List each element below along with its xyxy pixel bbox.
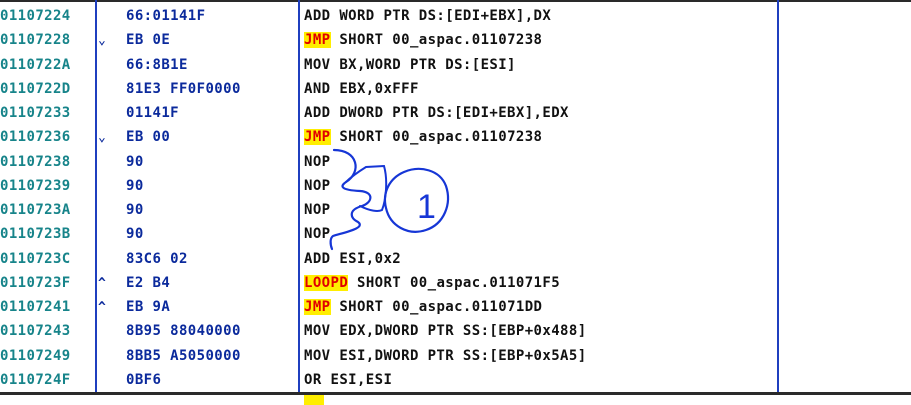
highlighted-mnemonic: JMP xyxy=(304,32,331,49)
hex-bytes-cell: 81E3 FF0F0000 xyxy=(126,80,241,97)
hex-bytes-cell: 66:8B1E xyxy=(126,56,188,73)
hex-bytes-cell: 8B95 88040000 xyxy=(126,323,241,340)
hex-bytes-cell: 90 xyxy=(126,177,144,194)
disassembly-cell: JMP SHORT 00_aspac.01107238 xyxy=(304,30,542,51)
address-cell: 0110723B xyxy=(0,226,71,243)
address-cell: 01107243 xyxy=(0,323,71,340)
highlighted-mnemonic: JMP xyxy=(304,129,331,146)
table-row[interactable]: 0110722D 81E3 FF0F0000 AND EBX,0xFFF xyxy=(0,79,911,100)
highlighted-mnemonic: JMP xyxy=(304,299,331,315)
hex-bytes-cell: EB 00 xyxy=(126,129,171,146)
instruction-operands: MOV ESI,DWORD PTR SS:[EBP+0x5A5] xyxy=(304,347,587,364)
disassembly-cell: ADD WORD PTR DS:[EDI+EBX],DX xyxy=(304,6,551,27)
instruction-operands: SHORT 00_aspac.01107238 xyxy=(330,129,543,146)
table-row[interactable]: 01107241 ^ EB 9A JMP SHORT 00_aspac.011071D… xyxy=(0,297,911,318)
instruction-operands: ADD DWORD PTR DS:[EDI+EBX],EDX xyxy=(304,105,569,121)
address-cell: 0110723C xyxy=(0,250,71,267)
disassembly-cell: NOP xyxy=(304,152,331,173)
disassembly-cell: LOOPD SHORT 00_aspac.011071F5 xyxy=(304,273,560,294)
pane-top-border xyxy=(0,0,911,2)
table-row[interactable]: 01107228 ⌄ EB 0E JMP SHORT 00_aspac.0110723… xyxy=(0,30,911,51)
table-row[interactable]: 01107233 01141F ADD DWORD PTR DS:[EDI+EBX]… xyxy=(0,103,911,124)
pane-bottom-border xyxy=(0,392,911,395)
hex-bytes-cell: EB 9A xyxy=(126,299,171,315)
instruction-operands: OR ESI,ESI xyxy=(304,371,393,388)
jump-direction-marker: ⌄ xyxy=(98,130,106,146)
table-row[interactable]: 0110723F ^ E2 B4 LOOPD SHORT 00_aspac.01107… xyxy=(0,273,911,294)
disassembly-cell: MOV EDX,DWORD PTR SS:[EBP+0x488] xyxy=(304,321,587,342)
instruction-operands: NOP xyxy=(304,202,331,218)
disassembly-pane[interactable]: 01107224 66:01141F ADD WORD PTR DS:[EDI+EB… xyxy=(0,0,911,405)
table-row[interactable]: 01107224 66:01141F ADD WORD PTR DS:[EDI+EB… xyxy=(0,6,911,27)
disassembly-cell: OR ESI,ESI xyxy=(304,370,392,391)
address-cell: 01107249 xyxy=(0,347,71,364)
disassembly-cell: MOV BX,WORD PTR DS:[ESI] xyxy=(304,55,516,76)
address-cell: 0110723F xyxy=(0,274,71,291)
hex-bytes-cell: 66:01141F xyxy=(126,8,206,24)
instruction-operands: MOV EDX,DWORD PTR SS:[EBP+0x488] xyxy=(304,323,587,340)
jump-direction-marker: ^ xyxy=(98,300,106,315)
hex-bytes-cell: 0BF6 xyxy=(126,371,162,388)
hex-bytes-cell: 90 xyxy=(126,153,144,170)
table-row[interactable]: 01107238 90 NOP xyxy=(0,152,911,173)
table-row[interactable]: 0110722A 66:8B1E MOV BX,WORD PTR DS:[ESI] xyxy=(0,55,911,76)
address-cell: 01107236 xyxy=(0,129,71,146)
address-cell: 01107233 xyxy=(0,105,71,121)
address-cell: 01107224 xyxy=(0,8,71,24)
disassembly-cell: NOP xyxy=(304,176,331,197)
instruction-operands: ADD WORD PTR DS:[EDI+EBX],DX xyxy=(304,8,552,24)
hex-bytes-cell: 90 xyxy=(126,202,144,218)
instruction-operands: SHORT 00_aspac.011071DD xyxy=(330,299,543,315)
instruction-operands: SHORT 00_aspac.011071F5 xyxy=(348,274,561,291)
next-row-jump-highlight xyxy=(304,395,324,405)
address-cell: 0110722A xyxy=(0,56,71,73)
instruction-operands: MOV BX,WORD PTR DS:[ESI] xyxy=(304,56,516,73)
disassembly-cell: ADD ESI,0x2 xyxy=(304,249,401,270)
address-cell: 01107238 xyxy=(0,153,71,170)
highlighted-mnemonic: LOOPD xyxy=(304,274,349,291)
address-cell: 0110723A xyxy=(0,202,71,218)
instruction-operands: SHORT 00_aspac.01107238 xyxy=(330,32,543,49)
disassembly-cell: NOP xyxy=(304,224,331,245)
table-row[interactable]: 0110723B 90 NOP xyxy=(0,224,911,245)
hex-bytes-cell: 83C6 02 xyxy=(126,250,188,267)
instruction-operands: NOP xyxy=(304,153,331,170)
table-row[interactable]: 01107236 ⌄ EB 00 JMP SHORT 00_aspac.0110723… xyxy=(0,127,911,148)
table-row[interactable]: 0110723A 90 NOP xyxy=(0,200,911,221)
hex-bytes-cell: 90 xyxy=(126,226,144,243)
hex-bytes-cell: EB 0E xyxy=(126,32,171,49)
instruction-operands: NOP xyxy=(304,177,331,194)
address-cell: 01107241 xyxy=(0,299,71,315)
address-cell: 01107239 xyxy=(0,177,71,194)
hex-bytes-cell: 8BB5 A5050000 xyxy=(126,347,241,364)
address-cell: 0110724F xyxy=(0,371,71,388)
jump-direction-marker: ⌄ xyxy=(98,33,106,49)
hex-bytes-cell: E2 B4 xyxy=(126,274,171,291)
table-row[interactable]: 0110723C 83C6 02 ADD ESI,0x2 xyxy=(0,249,911,270)
jump-direction-marker: ^ xyxy=(98,275,106,291)
disassembly-cell: AND EBX,0xFFF xyxy=(304,79,419,100)
instruction-operands: AND EBX,0xFFF xyxy=(304,80,419,97)
disassembly-cell: JMP SHORT 00_aspac.01107238 xyxy=(304,127,542,148)
table-row[interactable]: 0110724F 0BF6 OR ESI,ESI xyxy=(0,370,911,391)
hex-bytes-cell: 01141F xyxy=(126,105,179,121)
address-cell: 0110722D xyxy=(0,80,71,97)
table-row[interactable]: 01107249 8BB5 A5050000 MOV ESI,DWORD PTR S… xyxy=(0,346,911,367)
instruction-operands: NOP xyxy=(304,226,331,243)
disassembly-cell: ADD DWORD PTR DS:[EDI+EBX],EDX xyxy=(304,103,569,124)
table-row[interactable]: 01107243 8B95 88040000 MOV EDX,DWORD PTR S… xyxy=(0,321,911,342)
instruction-operands: ADD ESI,0x2 xyxy=(304,250,402,267)
table-row[interactable]: 01107239 90 NOP xyxy=(0,176,911,197)
disassembly-cell: NOP xyxy=(304,200,331,221)
disassembly-cell: JMP SHORT 00_aspac.011071DD xyxy=(304,297,542,318)
disassembly-cell: MOV ESI,DWORD PTR SS:[EBP+0x5A5] xyxy=(304,346,587,367)
address-cell: 01107228 xyxy=(0,32,71,49)
